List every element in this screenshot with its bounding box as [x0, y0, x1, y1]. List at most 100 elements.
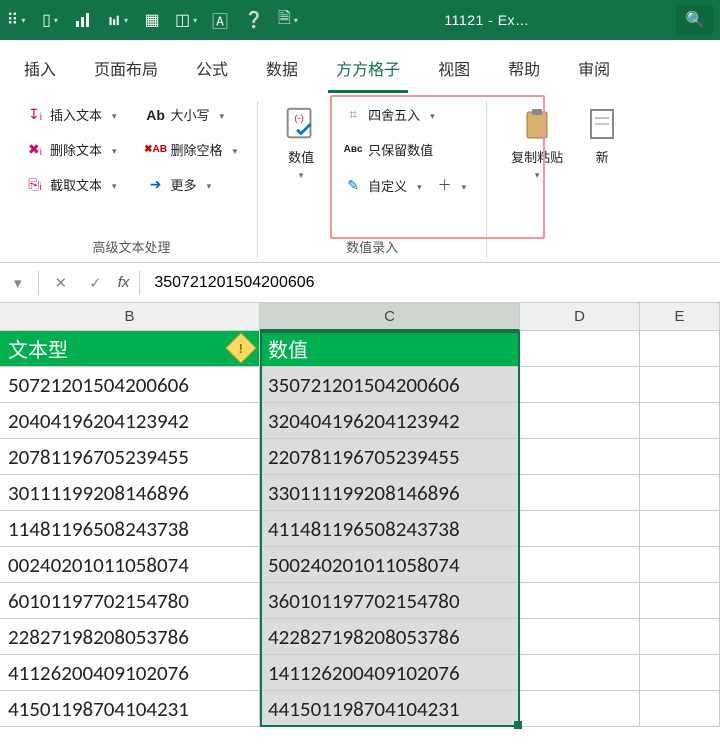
- extract-text-button[interactable]: ⎘ᵢ 截取文本: [20, 171, 123, 198]
- cell-text-type[interactable]: 20781196705239455: [0, 439, 260, 475]
- cell-text-type[interactable]: 50721201504200606: [0, 367, 260, 403]
- cell-empty[interactable]: [640, 655, 720, 691]
- window-title: 11121 - Ex…: [298, 12, 676, 28]
- accept-formula-button[interactable]: ✓: [83, 274, 108, 292]
- tab-view[interactable]: 视图: [430, 50, 478, 93]
- cell-empty[interactable]: [520, 583, 640, 619]
- tab-data[interactable]: 数据: [258, 50, 306, 93]
- formula-input[interactable]: [150, 270, 712, 296]
- more-button[interactable]: ➜ 更多: [141, 171, 244, 198]
- cell-text-type[interactable]: 20404196204123942: [0, 403, 260, 439]
- cell-numeric[interactable]: 360101197702154780: [260, 583, 520, 619]
- page-icon[interactable]: 🗎: [278, 10, 298, 30]
- cell-empty[interactable]: [520, 655, 640, 691]
- cell-text-type[interactable]: 60101197702154780: [0, 583, 260, 619]
- col-header-b[interactable]: B: [0, 303, 260, 331]
- keep-value-button[interactable]: Aʙᴄ 只保留数值: [338, 136, 472, 163]
- cell-empty[interactable]: [640, 403, 720, 439]
- cell-numeric[interactable]: 320404196204123942: [260, 403, 520, 439]
- tab-insert[interactable]: 插入: [16, 50, 64, 93]
- header-cell-c[interactable]: 数值: [260, 331, 520, 367]
- separator: [38, 271, 39, 295]
- cell-empty[interactable]: [520, 331, 640, 367]
- cell-text-type[interactable]: 30111199208146896: [0, 475, 260, 511]
- help-icon[interactable]: ❔: [244, 10, 264, 30]
- round-button[interactable]: ⌗ 四舍五入: [338, 101, 472, 128]
- cell-text-type[interactable]: 41501198704104231: [0, 691, 260, 727]
- cell-empty[interactable]: [640, 583, 720, 619]
- bar-chart-icon[interactable]: [74, 10, 94, 30]
- clipboard-icon: [518, 105, 556, 143]
- cell-text-type[interactable]: 11481196508243738: [0, 511, 260, 547]
- copy-paste-button[interactable]: 复制粘贴 ▾: [501, 101, 573, 185]
- cell-empty[interactable]: [520, 367, 640, 403]
- cell-empty[interactable]: [640, 331, 720, 367]
- trim-spaces-icon: ✖AB: [147, 141, 165, 159]
- vert-bar-icon[interactable]: ▯: [40, 10, 60, 30]
- case-button[interactable]: Ab 大小写: [141, 101, 244, 128]
- cell-text-type[interactable]: 00240201011058074: [0, 547, 260, 583]
- column-chart-icon[interactable]: [108, 10, 128, 30]
- cell-numeric[interactable]: 422827198208053786: [260, 619, 520, 655]
- header-cell-b[interactable]: 文本型: [0, 331, 260, 367]
- extract-text-icon: ⎘ᵢ: [26, 176, 44, 194]
- tab-page-layout[interactable]: 页面布局: [86, 50, 166, 93]
- cell-empty[interactable]: [640, 439, 720, 475]
- cell-empty[interactable]: [640, 367, 720, 403]
- col-header-d[interactable]: D: [520, 303, 640, 331]
- delete-text-button[interactable]: ✖ᵢ 删除文本: [20, 136, 123, 163]
- delete-text-label: 删除文本: [50, 140, 102, 159]
- group-label-blank: [564, 241, 568, 258]
- shapes-icon[interactable]: ◫: [176, 10, 196, 30]
- cell-empty[interactable]: [640, 511, 720, 547]
- trim-spaces-button[interactable]: ✖AB 删除空格: [141, 136, 244, 163]
- column-headers: B C D E: [0, 303, 720, 331]
- text-box-icon[interactable]: 🄰: [210, 10, 230, 30]
- cell-empty[interactable]: [520, 619, 640, 655]
- copy-paste-label: 复制粘贴: [511, 147, 563, 166]
- tab-fangfanggezi[interactable]: 方方格子: [328, 50, 408, 93]
- search-icon: 🔍: [685, 10, 705, 30]
- cell-text-type[interactable]: 41126200409102076: [0, 655, 260, 691]
- cell-empty[interactable]: [520, 475, 640, 511]
- insert-text-button[interactable]: ↧ᵢ 插入文本: [20, 101, 123, 128]
- cell-empty[interactable]: [520, 511, 640, 547]
- new-button[interactable]: 新: [573, 101, 631, 170]
- cell-numeric[interactable]: 500240201011058074: [260, 547, 520, 583]
- cell-numeric[interactable]: 141126200409102076: [260, 655, 520, 691]
- cell-empty[interactable]: [640, 619, 720, 655]
- cell-empty[interactable]: [640, 691, 720, 727]
- tab-help[interactable]: 帮助: [500, 50, 548, 93]
- grid-dots-icon[interactable]: ⠿: [6, 10, 26, 30]
- cell-numeric[interactable]: 330111199208146896: [260, 475, 520, 511]
- cell-empty[interactable]: [520, 547, 640, 583]
- plus-icon[interactable]: ＋: [438, 175, 452, 195]
- table-icon[interactable]: ▦: [142, 10, 162, 30]
- insert-text-icon: ↧ᵢ: [26, 106, 44, 124]
- cell-empty[interactable]: [520, 439, 640, 475]
- col-header-e[interactable]: E: [640, 303, 720, 331]
- cell-empty[interactable]: [520, 403, 640, 439]
- tab-review[interactable]: 审阅: [570, 50, 618, 93]
- custom-button[interactable]: ✎ 自定义 ＋: [338, 171, 472, 199]
- cell-empty[interactable]: [520, 691, 640, 727]
- fx-icon[interactable]: fx: [118, 274, 130, 291]
- new-sheet-icon: [583, 105, 621, 143]
- name-box-dropdown[interactable]: ▾: [8, 274, 28, 292]
- tab-formulas[interactable]: 公式: [188, 50, 236, 93]
- grid[interactable]: 文本型 数值 507212015042006063507212015042006…: [0, 331, 720, 727]
- cell-numeric[interactable]: 220781196705239455: [260, 439, 520, 475]
- chevron-down-icon: ▾: [535, 170, 540, 181]
- cell-numeric[interactable]: 441501198704104231: [260, 691, 520, 727]
- cell-numeric[interactable]: 411481196508243738: [260, 511, 520, 547]
- cell-empty[interactable]: [640, 547, 720, 583]
- cell-numeric[interactable]: 350721201504200606: [260, 367, 520, 403]
- cell-empty[interactable]: [640, 475, 720, 511]
- numeric-button[interactable]: (-) 数值 ▾: [272, 101, 330, 185]
- search-button[interactable]: 🔍: [676, 5, 714, 35]
- chevron-down-icon: [458, 178, 467, 193]
- col-header-c[interactable]: C: [260, 303, 520, 331]
- cell-text-type[interactable]: 22827198208053786: [0, 619, 260, 655]
- custom-icon: ✎: [344, 176, 362, 194]
- cancel-formula-button[interactable]: ✕: [49, 274, 74, 292]
